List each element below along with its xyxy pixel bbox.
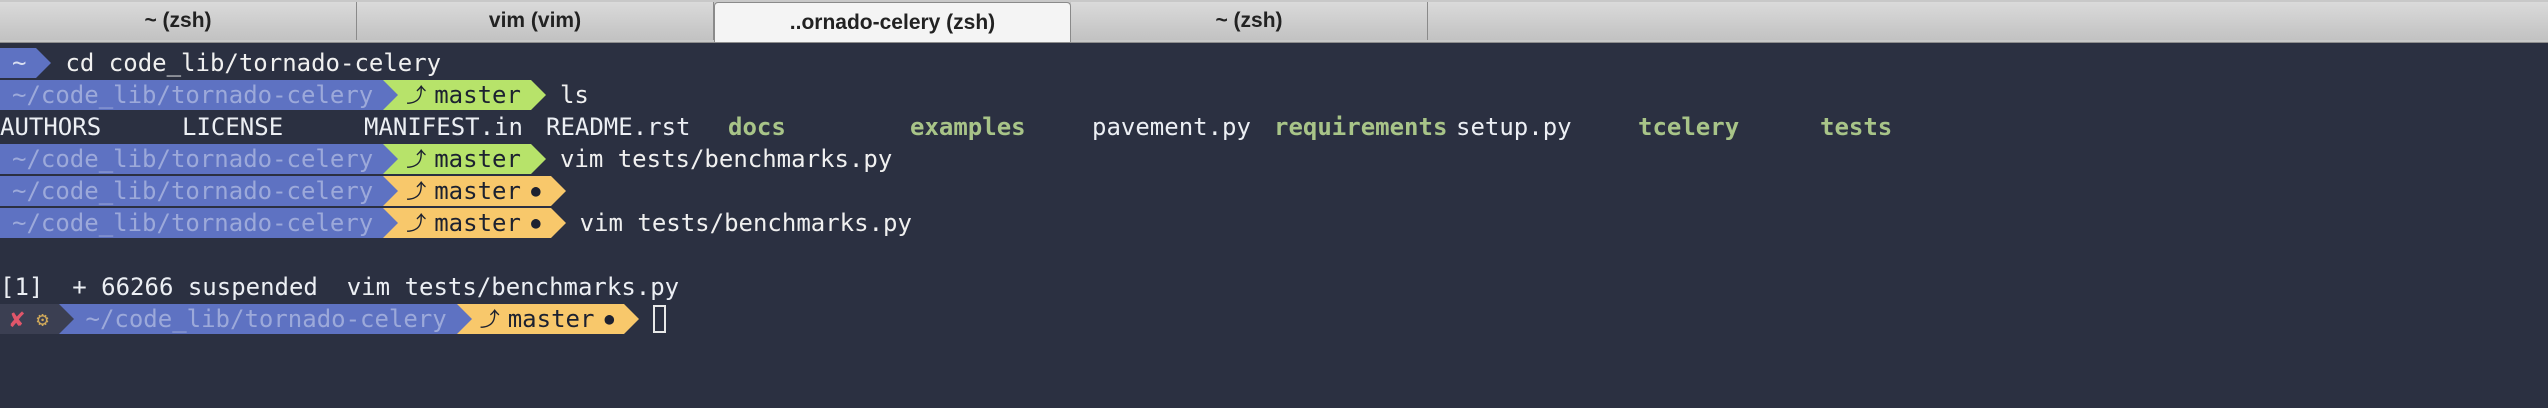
ls-entry: pavement.py xyxy=(1092,113,1251,141)
tab-tornado-celery-zsh[interactable]: ..ornado-celery (zsh) xyxy=(714,2,1071,42)
tab-home-zsh-2[interactable]: ~ (zsh) xyxy=(1071,2,1428,40)
git-branch-icon: ⤴ xyxy=(406,83,427,107)
tab-bar: ~ (zsh) vim (vim) ..ornado-celery (zsh) … xyxy=(0,0,2548,43)
prompt-git-segment: ⤴ master ● xyxy=(471,304,625,334)
command-text: ls xyxy=(559,81,589,109)
prompt-separator-icon xyxy=(383,144,399,174)
git-dirty-icon: ● xyxy=(530,213,541,232)
command-text: vim tests/benchmarks.py xyxy=(559,145,893,173)
ls-entry: README.rst xyxy=(546,113,691,141)
prompt-path-segment: ~/code_lib/tornado-celery xyxy=(0,208,384,238)
git-branch-name: master xyxy=(434,177,521,205)
prompt-path-segment: ~/code_lib/tornado-celery xyxy=(73,304,457,334)
prompt-git-segment: ⤴ master ● xyxy=(398,208,551,238)
active-prompt-line[interactable]: ✘ ⚙ ~/code_lib/tornado-celery ⤴ master ● xyxy=(0,303,2548,335)
git-branch-icon: ⤴ xyxy=(406,179,427,203)
git-dirty-icon: ● xyxy=(530,181,541,200)
ls-entry-dir: examples xyxy=(910,113,1026,141)
prompt-line: ~/code_lib/tornado-celery ⤴ master ● vim… xyxy=(0,207,2548,239)
prompt-path-segment: ~/code_lib/tornado-celery xyxy=(0,80,384,110)
ls-entry-dir: tests xyxy=(1820,113,1893,141)
ls-output: AUTHORS LICENSE MANIFEST.in README.rst d… xyxy=(0,111,2548,143)
ls-entry: MANIFEST.in xyxy=(364,113,523,141)
prompt-line: ~ cd code_lib/tornado-celery xyxy=(0,47,2548,79)
prompt-git-segment: ⤴ master xyxy=(398,80,531,110)
prompt-separator-icon xyxy=(550,208,566,238)
git-branch-icon: ⤴ xyxy=(479,307,500,331)
git-branch-name: master xyxy=(434,81,521,109)
terminal-cursor[interactable] xyxy=(653,305,667,333)
prompt-separator-icon xyxy=(36,48,52,78)
git-branch-name: master xyxy=(507,305,595,333)
prompt-separator-icon xyxy=(530,80,546,110)
background-jobs-icon: ⚙ xyxy=(36,307,49,331)
command-text: vim tests/benchmarks.py xyxy=(579,209,912,237)
ls-entry-dir: requirements xyxy=(1274,113,1448,141)
prompt-line: ~/code_lib/tornado-celery ⤴ master ● xyxy=(0,175,2548,207)
prompt-path-segment: ~/code_lib/tornado-celery xyxy=(0,144,384,174)
job-suspended-message: [1] + 66266 suspended vim tests/benchmar… xyxy=(0,273,680,301)
git-branch-name: master xyxy=(434,209,521,237)
prompt-separator-icon xyxy=(550,176,566,206)
prompt-home-segment: ~ xyxy=(0,48,37,78)
ls-entry: setup.py xyxy=(1456,113,1572,141)
prompt-separator-icon xyxy=(58,304,74,334)
git-branch-icon: ⤴ xyxy=(406,211,427,235)
error-status-icon: ✘ xyxy=(10,305,25,333)
prompt-git-segment: ⤴ master xyxy=(398,144,531,174)
prompt-path-segment: ~/code_lib/tornado-celery xyxy=(0,176,384,206)
prompt-separator-icon xyxy=(530,144,546,174)
prompt-separator-icon xyxy=(383,208,399,238)
ls-entry: AUTHORS xyxy=(0,113,102,141)
ls-entry: LICENSE xyxy=(182,113,284,141)
git-branch-icon: ⤴ xyxy=(406,147,427,171)
terminal-output[interactable]: ~ cd code_lib/tornado-celery ~/code_lib/… xyxy=(0,43,2548,335)
tab-home-zsh-1[interactable]: ~ (zsh) xyxy=(0,2,357,40)
ls-entry-dir: tcelery xyxy=(1638,113,1740,141)
ls-entry-dir: docs xyxy=(728,113,786,141)
git-dirty-icon: ● xyxy=(604,309,615,328)
tab-bar-filler xyxy=(1428,2,2548,40)
prompt-status-segment: ✘ ⚙ xyxy=(0,304,59,334)
command-text: cd code_lib/tornado-celery xyxy=(65,49,442,77)
prompt-separator-icon xyxy=(624,304,640,334)
prompt-separator-icon xyxy=(456,304,472,334)
prompt-line: ~/code_lib/tornado-celery ⤴ master vim t… xyxy=(0,143,2548,175)
tab-vim[interactable]: vim (vim) xyxy=(357,2,714,40)
prompt-line: ~/code_lib/tornado-celery ⤴ master ls xyxy=(0,79,2548,111)
prompt-separator-icon xyxy=(383,80,399,110)
git-branch-name: master xyxy=(434,145,521,173)
prompt-git-segment: ⤴ master ● xyxy=(398,176,551,206)
prompt-separator-icon xyxy=(383,176,399,206)
